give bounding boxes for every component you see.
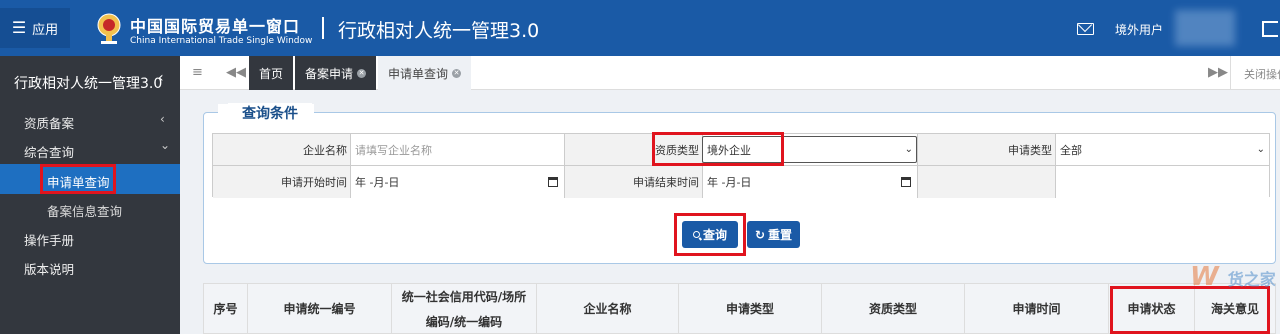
application-type-label: 申请类型 — [918, 134, 1056, 166]
end-time-label: 申请结束时间 — [565, 166, 703, 198]
close-ops-menu[interactable]: 关闭操作 — [1244, 66, 1280, 82]
empty-label-cell — [918, 166, 1056, 198]
sidebar-item-qualification-filing[interactable]: 资质备案 — [24, 113, 74, 132]
tab-separator — [1230, 56, 1231, 90]
app-menu-label: 应用 — [32, 22, 59, 38]
reset-button[interactable]: ↻ 重置 — [747, 221, 800, 248]
sidebar: 行政相对人统一管理3.0 ‹ 资质备案 ‹ 综合查询 ⌄ 申请单查询 备案信息查… — [0, 56, 180, 334]
mail-icon[interactable] — [1077, 23, 1094, 35]
app-menu-button[interactable]: ☰ 应用 — [0, 8, 70, 48]
column-header: 资质类型 — [822, 284, 965, 334]
chevron-down-icon: ⌄ — [1256, 144, 1265, 155]
calendar-icon[interactable] — [548, 177, 558, 187]
column-header: 申请类型 — [679, 284, 822, 334]
highlight-box-status-column — [1110, 286, 1270, 334]
watermark-logo: W 货之家 — [1190, 262, 1276, 292]
company-name-placeholder: 请填写企业名称 — [355, 143, 432, 157]
title-divider — [322, 17, 324, 39]
chevron-left-icon: ‹ — [160, 112, 165, 126]
single-window-logo — [97, 13, 121, 44]
application-type-value: 全部 — [1060, 143, 1082, 157]
tab-filing[interactable]: 备案申请 ✕ — [295, 56, 377, 90]
query-legend: 查询条件 — [228, 103, 312, 123]
brand-name-en: China International Trade Single Window — [130, 36, 313, 46]
application-type-select[interactable]: 全部 ⌄ — [1056, 134, 1269, 166]
reset-button-label: 重置 — [768, 228, 793, 242]
refresh-icon: ↻ — [754, 227, 766, 242]
start-time-label: 申请开始时间 — [213, 166, 351, 198]
user-name-redacted — [1175, 10, 1235, 46]
tab-close-icon[interactable]: ✕ — [357, 68, 367, 78]
chevron-down-icon: ⌄ — [160, 138, 171, 152]
company-name-label: 企业名称 — [213, 134, 351, 166]
sidebar-item-comprehensive-query[interactable]: 综合查询 — [24, 142, 74, 161]
tab-scroll-left-icon[interactable]: ◀◀ — [226, 65, 246, 80]
watermark-text: 货之家 — [1227, 270, 1276, 289]
tab-filing-label: 备案申请 — [305, 66, 354, 81]
tab-scroll-right-icon[interactable]: ▶▶ — [1208, 65, 1228, 80]
tab-home[interactable]: 首页 — [249, 56, 294, 90]
calendar-icon[interactable] — [901, 177, 911, 187]
sidebar-title: 行政相对人统一管理3.0 — [14, 76, 163, 92]
column-header: 申请时间 — [965, 284, 1109, 334]
end-time-value: 年 -月-日 — [707, 176, 752, 189]
sidebar-item-filing-info-query[interactable]: 备案信息查询 — [47, 201, 122, 220]
user-label[interactable]: 境外用户 — [1115, 21, 1163, 38]
end-time-input[interactable]: 年 -月-日 — [703, 166, 918, 198]
menu-toggle-icon[interactable]: ≡ — [192, 65, 203, 80]
tab-bar: ≡ ◀◀ 首页 备案申请 ✕ 申请单查询 ✕ ▶▶ 关闭操作 — [180, 56, 1280, 90]
column-header: 申请统一编号 — [248, 284, 392, 334]
brand-name-cn: 中国国际贸易单一窗口 — [130, 17, 301, 36]
tab-home-label: 首页 — [259, 66, 284, 81]
company-name-input[interactable]: 请填写企业名称 — [351, 134, 565, 166]
watermark-mark: W — [1190, 262, 1219, 292]
highlight-box-qualification-type — [652, 132, 784, 166]
start-time-value: 年 -月-日 — [355, 176, 400, 189]
highlight-box-sidebar — [40, 164, 116, 194]
column-header: 统一社会信用代码/场所编码/统一编码 — [392, 284, 537, 334]
sidebar-collapse-icon[interactable]: ‹ — [158, 70, 164, 86]
column-header: 企业名称 — [537, 284, 679, 334]
hamburger-icon: ☰ — [11, 18, 27, 37]
tab-application-query[interactable]: 申请单查询 ✕ — [378, 56, 472, 90]
tab-application-query-label: 申请单查询 — [388, 66, 449, 81]
start-time-input[interactable]: 年 -月-日 — [351, 166, 565, 198]
system-title: 行政相对人统一管理3.0 — [338, 20, 540, 42]
empty-value-cell — [1056, 166, 1269, 198]
sidebar-item-manual[interactable]: 操作手册 — [24, 230, 74, 249]
column-header: 序号 — [204, 284, 248, 334]
top-bar: ☰ 应用 中国国际贸易单一窗口 China International Trad… — [0, 0, 1280, 56]
tab-close-icon[interactable]: ✕ — [452, 68, 462, 78]
sidebar-item-release-notes[interactable]: 版本说明 — [24, 259, 74, 278]
highlight-box-query-button — [674, 213, 746, 256]
logout-icon[interactable] — [1262, 21, 1278, 37]
